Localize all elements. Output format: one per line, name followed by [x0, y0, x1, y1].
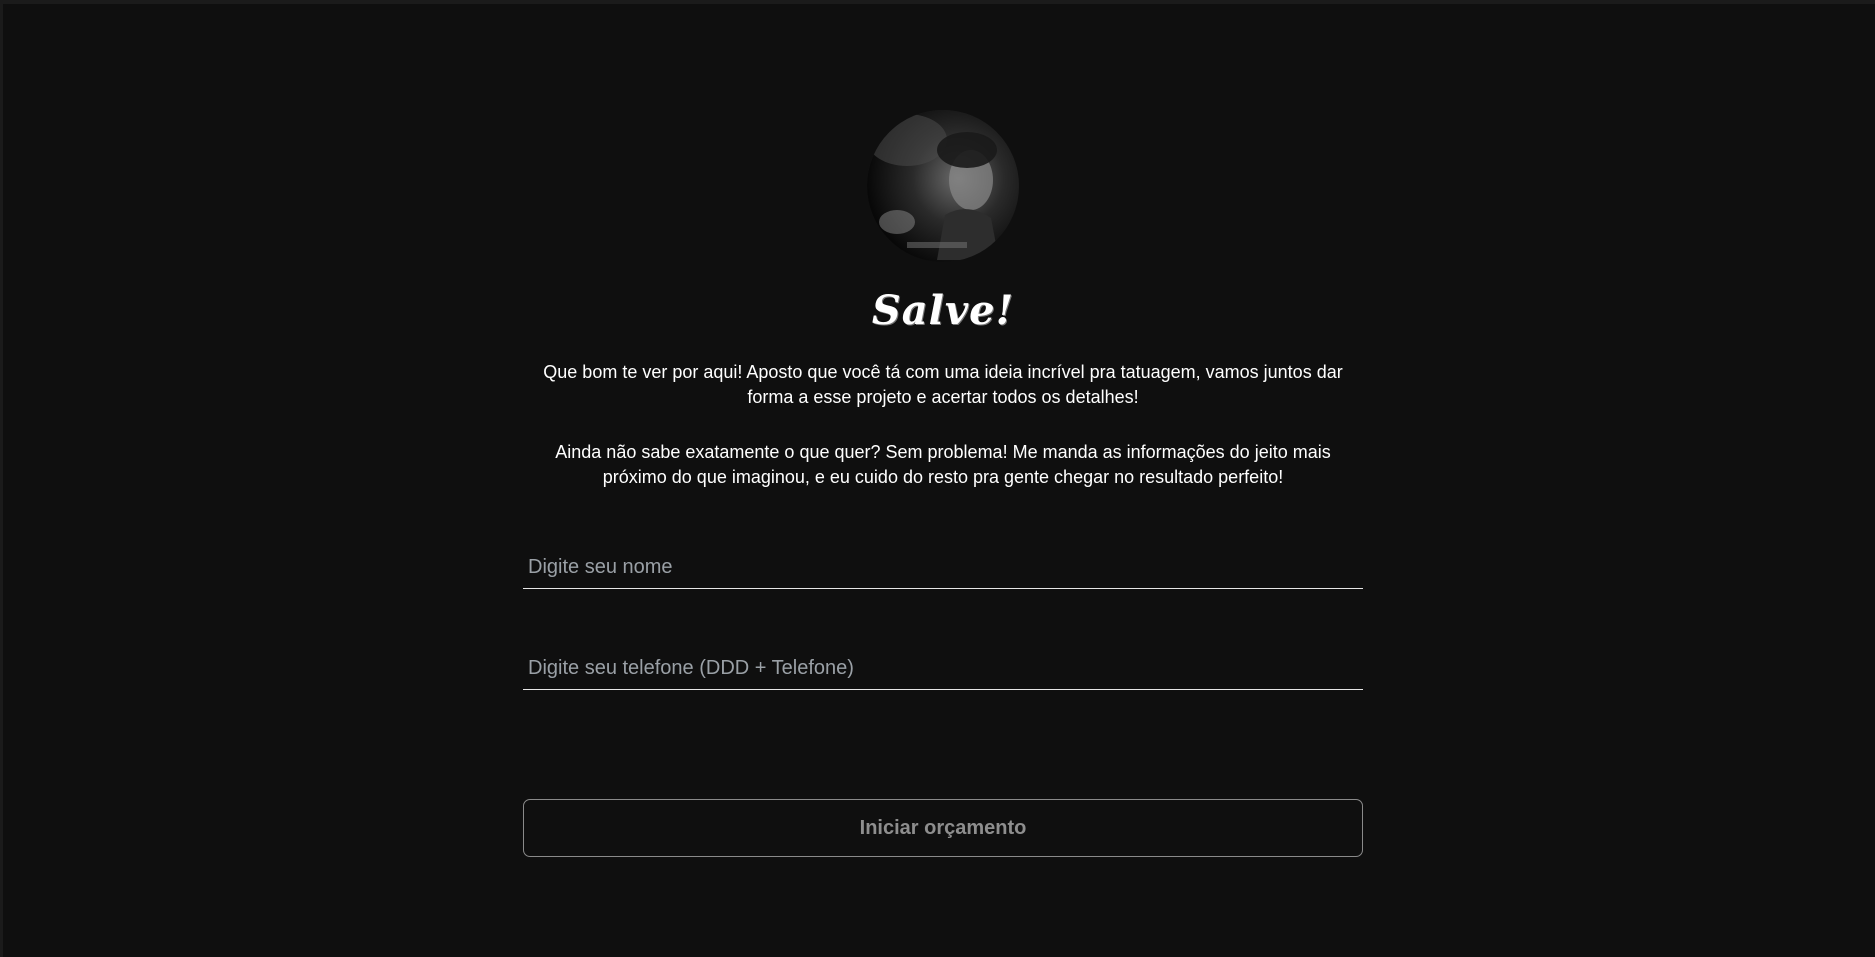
name-field — [523, 548, 1363, 589]
phone-field — [523, 649, 1363, 690]
avatar — [867, 110, 1019, 262]
welcome-page: Salve! Que bom te ver por aqui! Aposto q… — [523, 110, 1363, 857]
page-title: Salve! — [871, 287, 1015, 334]
intro-text: Que bom te ver por aqui! Aposto que você… — [523, 360, 1363, 490]
intro-paragraph-2: Ainda não sabe exatamente o que quer? Se… — [555, 442, 1331, 487]
phone-input[interactable] — [523, 649, 1363, 687]
intro-paragraph-1: Que bom te ver por aqui! Aposto que você… — [543, 362, 1343, 407]
start-quote-button[interactable]: Iniciar orçamento — [523, 799, 1363, 857]
app-window: Salve! Que bom te ver por aqui! Aposto q… — [0, 0, 1875, 957]
portrait-photo-icon — [867, 110, 1019, 262]
name-input[interactable] — [523, 548, 1363, 586]
